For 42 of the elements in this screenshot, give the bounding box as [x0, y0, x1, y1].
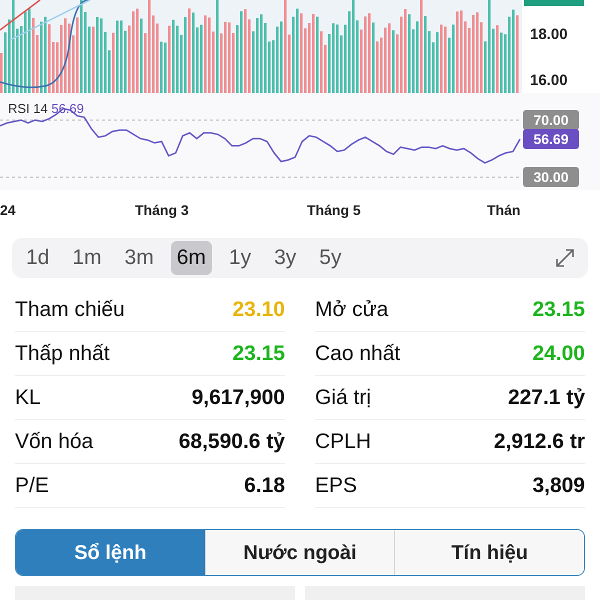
rsi-level-badge: 30.00 [523, 167, 579, 188]
stat-value: 23.15 [232, 340, 285, 367]
period-tab[interactable]: 6m [170, 241, 212, 275]
stat-value: 24.00 [532, 340, 585, 367]
stat-label: Cao nhất [315, 340, 400, 367]
rsi-value-badge: 56.69 [523, 129, 579, 150]
x-axis-label: Tháng 3 [135, 202, 189, 218]
price-axis-label: 18.00 [530, 26, 569, 44]
stat-value: 227.1 tỷ [508, 384, 585, 411]
stat-value: 68,590.6 tỷ [178, 428, 285, 455]
stat-label: Mở cửa [315, 296, 388, 323]
period-tab[interactable]: 5y [313, 241, 348, 275]
stat-value: 2,912.6 tr [494, 428, 585, 455]
stat-value: 9,617,900 [192, 384, 285, 411]
stat-label: Giá trị [315, 384, 372, 411]
stat-label: P/E [15, 472, 49, 499]
stat-value: 6.18 [244, 472, 285, 499]
stat-value: 3,809 [532, 472, 585, 499]
tab[interactable]: Nước ngoài [204, 530, 394, 575]
expand-icon[interactable] [554, 247, 576, 269]
period-tab[interactable]: 3m [118, 241, 160, 275]
x-axis-label: Thán [487, 202, 520, 218]
period-tab[interactable]: 1m [66, 241, 108, 275]
stat-label: KL [15, 384, 41, 411]
price-label-tag [524, 0, 584, 6]
rsi-level-badge: 70.00 [523, 110, 579, 130]
period-tab[interactable]: 1d [20, 241, 56, 275]
stat-value: 23.15 [532, 296, 585, 323]
tab[interactable]: Tín hiệu [394, 530, 584, 575]
period-tab[interactable]: 1y [222, 241, 258, 275]
stat-label: Thấp nhất [15, 340, 110, 367]
stat-label: Vốn hóa [15, 428, 94, 455]
stat-label: Tham chiếu [15, 296, 125, 323]
rsi-legend: RSI 14 56.69 [8, 99, 84, 118]
price-axis-label: 16.00 [530, 72, 569, 90]
stat-value: 23.10 [232, 296, 285, 323]
x-axis-label: Tháng 5 [307, 202, 361, 218]
stat-label: CPLH [315, 428, 372, 455]
stat-label: EPS [315, 472, 358, 499]
tab[interactable]: Sổ lệnh [16, 530, 205, 575]
period-tab[interactable]: 3y [268, 241, 302, 275]
x-axis-label: 24 [0, 202, 16, 218]
